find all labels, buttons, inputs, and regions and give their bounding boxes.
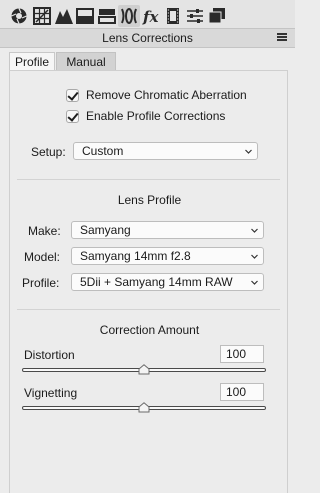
setup-select[interactable]: Custom — [73, 142, 258, 160]
tool-split-toning[interactable] — [96, 5, 118, 27]
vignetting-value-field[interactable]: 100 — [220, 383, 264, 401]
model-value: Samyang 14mm f2.8 — [80, 249, 191, 263]
chevron-down-icon — [251, 279, 258, 286]
distortion-label: Distortion — [24, 348, 75, 362]
tab-content: Remove Chromatic Aberration Enable Profi… — [9, 70, 288, 493]
panel-menu-icon[interactable] — [277, 33, 287, 43]
vignetting-label: Vignetting — [24, 386, 78, 400]
profile-label: Profile: — [22, 276, 60, 290]
distortion-slider-thumb[interactable] — [138, 364, 150, 375]
panel-header: Lens Corrections — [0, 28, 295, 48]
tone-curve-icon — [55, 9, 73, 24]
tool-hsl[interactable] — [74, 5, 96, 27]
model-label: Model: — [24, 250, 61, 264]
model-select[interactable]: Samyang 14mm f2.8 — [71, 247, 264, 265]
enable-profile-corrections-row[interactable]: Enable Profile Corrections — [66, 108, 225, 124]
remove-chromatic-aberration-label: Remove Chromatic Aberration — [86, 88, 247, 102]
profile-value: 5Dii + Samyang 14mm RAW — [80, 275, 233, 289]
lens-profile-heading: Lens Profile — [117, 193, 182, 207]
fx-icon: fx — [142, 8, 159, 25]
aperture-icon — [11, 8, 27, 24]
sliders-icon — [187, 9, 203, 23]
split-panel-icon — [76, 8, 94, 24]
tool-lens-corrections[interactable] — [118, 5, 140, 27]
chevron-down-icon — [251, 227, 258, 234]
grid-icon — [33, 7, 51, 25]
vignetting-slider-thumb[interactable] — [138, 402, 150, 413]
profile-select[interactable]: 5Dii + Samyang 14mm RAW — [71, 273, 264, 291]
tool-presets[interactable] — [184, 5, 206, 27]
tool-grid[interactable] — [31, 5, 53, 27]
panel-title: Lens Corrections — [102, 31, 193, 45]
enable-profile-corrections-checkbox[interactable] — [66, 109, 79, 123]
remove-chromatic-aberration-row[interactable]: Remove Chromatic Aberration — [66, 87, 247, 103]
distortion-value-field[interactable]: 100 — [220, 345, 264, 363]
setup-value: Custom — [82, 144, 124, 158]
chevron-down-icon — [251, 253, 258, 260]
tool-camera-calibration[interactable] — [162, 5, 184, 27]
presets-icon — [208, 8, 225, 24]
make-select[interactable]: Samyang — [71, 221, 264, 239]
make-label: Make: — [28, 224, 61, 238]
make-value: Samyang — [80, 223, 131, 237]
tab-profile[interactable]: Profile — [9, 52, 55, 71]
lens-corrections-panel: fx Lens Corrections Profile Manual Remov… — [0, 0, 295, 493]
split-toning-icon — [98, 9, 116, 24]
tab-manual[interactable]: Manual — [56, 52, 116, 71]
filmstrip-icon — [167, 8, 179, 24]
correction-amount-heading: Correction Amount — [99, 323, 200, 337]
divider — [17, 309, 280, 310]
remove-chromatic-aberration-checkbox[interactable] — [66, 88, 79, 102]
tool-basic[interactable] — [8, 5, 30, 27]
setup-label: Setup: — [31, 145, 66, 159]
tool-snapshots[interactable] — [206, 5, 228, 27]
enable-profile-corrections-label: Enable Profile Corrections — [86, 109, 226, 123]
chevron-down-icon — [245, 148, 252, 155]
svg-text:fx: fx — [142, 8, 159, 25]
divider — [17, 179, 280, 180]
tool-tone-curve[interactable] — [53, 5, 75, 27]
tool-effects[interactable]: fx — [140, 5, 162, 27]
lens-corrections-icon — [121, 8, 137, 24]
